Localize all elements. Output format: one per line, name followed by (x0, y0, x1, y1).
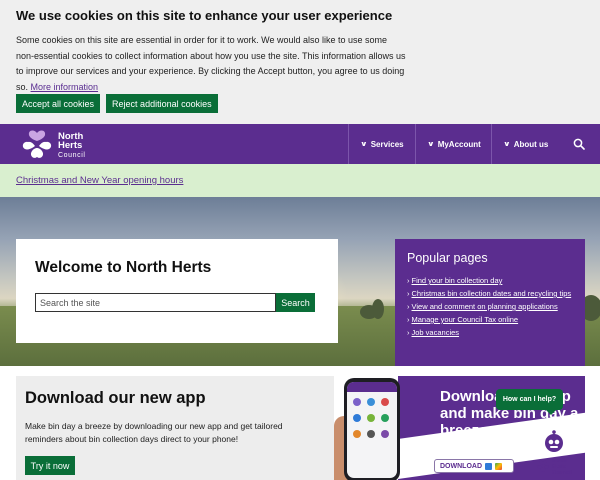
list-item: › Find your bin collection day (407, 274, 573, 287)
accept-cookies-button[interactable]: Accept all cookies (16, 94, 101, 113)
phone-screen (347, 382, 397, 478)
chevron-down-icon: ∨ (427, 141, 435, 148)
app-tile-icon (367, 414, 375, 422)
download-label: DOWNLOAD (440, 462, 482, 470)
arrow-icon: › (407, 302, 410, 311)
reject-cookies-button[interactable]: Reject additional cookies (106, 94, 218, 113)
search-button[interactable]: Search (276, 293, 315, 312)
nav-myaccount[interactable]: ∨ MyAccount (415, 124, 491, 164)
app-tile-icon (353, 430, 361, 438)
logo-text: North Herts Council (58, 132, 86, 161)
hero-tree (372, 299, 384, 319)
cookie-banner-text: Some cookies on this site are essential … (16, 33, 406, 95)
app-tile-icon (381, 414, 389, 422)
chatbot-mascot-icon (540, 428, 568, 456)
list-item: › Job vacancies (407, 326, 573, 339)
popular-pages-list: › Find your bin collection day › Christmas… (407, 274, 573, 339)
app-download-section: Download our new app Make bin day a bree… (16, 376, 334, 480)
google-play-icon (495, 462, 502, 470)
christmas-opening-hours-link[interactable]: Christmas and New Year opening hours (16, 175, 183, 186)
list-item: › Manage your Council Tax online (407, 313, 573, 326)
north-herts-logo[interactable]: North Herts Council (20, 129, 86, 163)
nav-services-label: Services (370, 139, 404, 149)
hero-banner: Welcome to North Herts Search Popular pa… (0, 197, 600, 366)
clover-logo-icon (537, 460, 549, 472)
arrow-icon: › (407, 315, 410, 324)
app-tile-icon (353, 414, 361, 422)
cookie-banner: We use cookies on this site to enhance y… (0, 0, 600, 124)
cookie-banner-title: We use cookies on this site to enhance y… (16, 8, 393, 23)
list-item: › Christmas bin collection dates and recy… (407, 287, 573, 300)
popular-link-council-tax[interactable]: Manage your Council Tax online (412, 315, 519, 324)
arrow-icon: › (407, 276, 410, 285)
nav-about-us-label: About us (513, 139, 549, 149)
header-search-button[interactable] (558, 124, 600, 164)
list-item: › View and comment on planning applicatio… (407, 300, 573, 313)
logo-line-3: Council (58, 151, 86, 159)
nav-myaccount-label: MyAccount (437, 139, 481, 149)
promo-logo-text: North Herts Council (552, 458, 572, 476)
popular-pages-panel: Popular pages › Find your bin collection … (395, 239, 585, 366)
popular-link-planning-applications[interactable]: View and comment on planning application… (412, 302, 558, 311)
app-tile-icon (381, 430, 389, 438)
popular-link-christmas-bin-dates[interactable]: Christmas bin collection dates and recyc… (412, 289, 572, 298)
promo-logo: North Herts Council (536, 458, 572, 476)
app-section-body: Make bin day a breeze by downloading our… (25, 421, 283, 444)
nav-services[interactable]: ∨ Services (348, 124, 415, 164)
app-store-icon (485, 462, 492, 470)
app-tile-icon (367, 398, 375, 406)
popular-link-job-vacancies[interactable]: Job vacancies (412, 328, 460, 337)
app-tile-icon (353, 398, 361, 406)
try-it-now-button[interactable]: Try it now (25, 456, 75, 475)
site-header: North Herts Council ∨ Services ∨ MyAccou… (0, 124, 600, 164)
chat-bubble-tail (545, 409, 557, 415)
app-tile-icon (381, 398, 389, 406)
chevron-down-icon: ∨ (503, 141, 511, 148)
phone-app-header (347, 382, 397, 392)
app-section-title: Download our new app (25, 389, 206, 407)
app-tile-icon (367, 430, 375, 438)
popular-link-bin-collection-day[interactable]: Find your bin collection day (412, 276, 503, 285)
chat-help-button[interactable]: How can I help? (496, 389, 563, 410)
search-icon (573, 138, 585, 150)
download-badge: DOWNLOAD (434, 459, 514, 473)
arrow-icon: › (407, 328, 410, 337)
clover-logo-icon (22, 130, 52, 158)
site-search: Search (35, 293, 319, 312)
promo-logo-line-3: Council (552, 470, 573, 476)
alert-banner: Christmas and New Year opening hours (0, 164, 600, 197)
popular-pages-title: Popular pages (407, 251, 488, 265)
logo-line-2: Herts (58, 140, 83, 152)
welcome-panel: Welcome to North Herts Search (16, 239, 338, 343)
arrow-icon: › (407, 289, 410, 298)
chevron-down-icon: ∨ (360, 141, 368, 148)
search-input[interactable] (35, 293, 276, 312)
phone-image (344, 378, 400, 480)
cookie-buttons: Accept all cookies Reject additional coo… (16, 94, 218, 113)
welcome-title: Welcome to North Herts (35, 259, 212, 276)
nav-about-us[interactable]: ∨ About us (491, 124, 558, 164)
more-information-link[interactable]: More information (31, 82, 99, 92)
robot-icon (545, 430, 563, 452)
